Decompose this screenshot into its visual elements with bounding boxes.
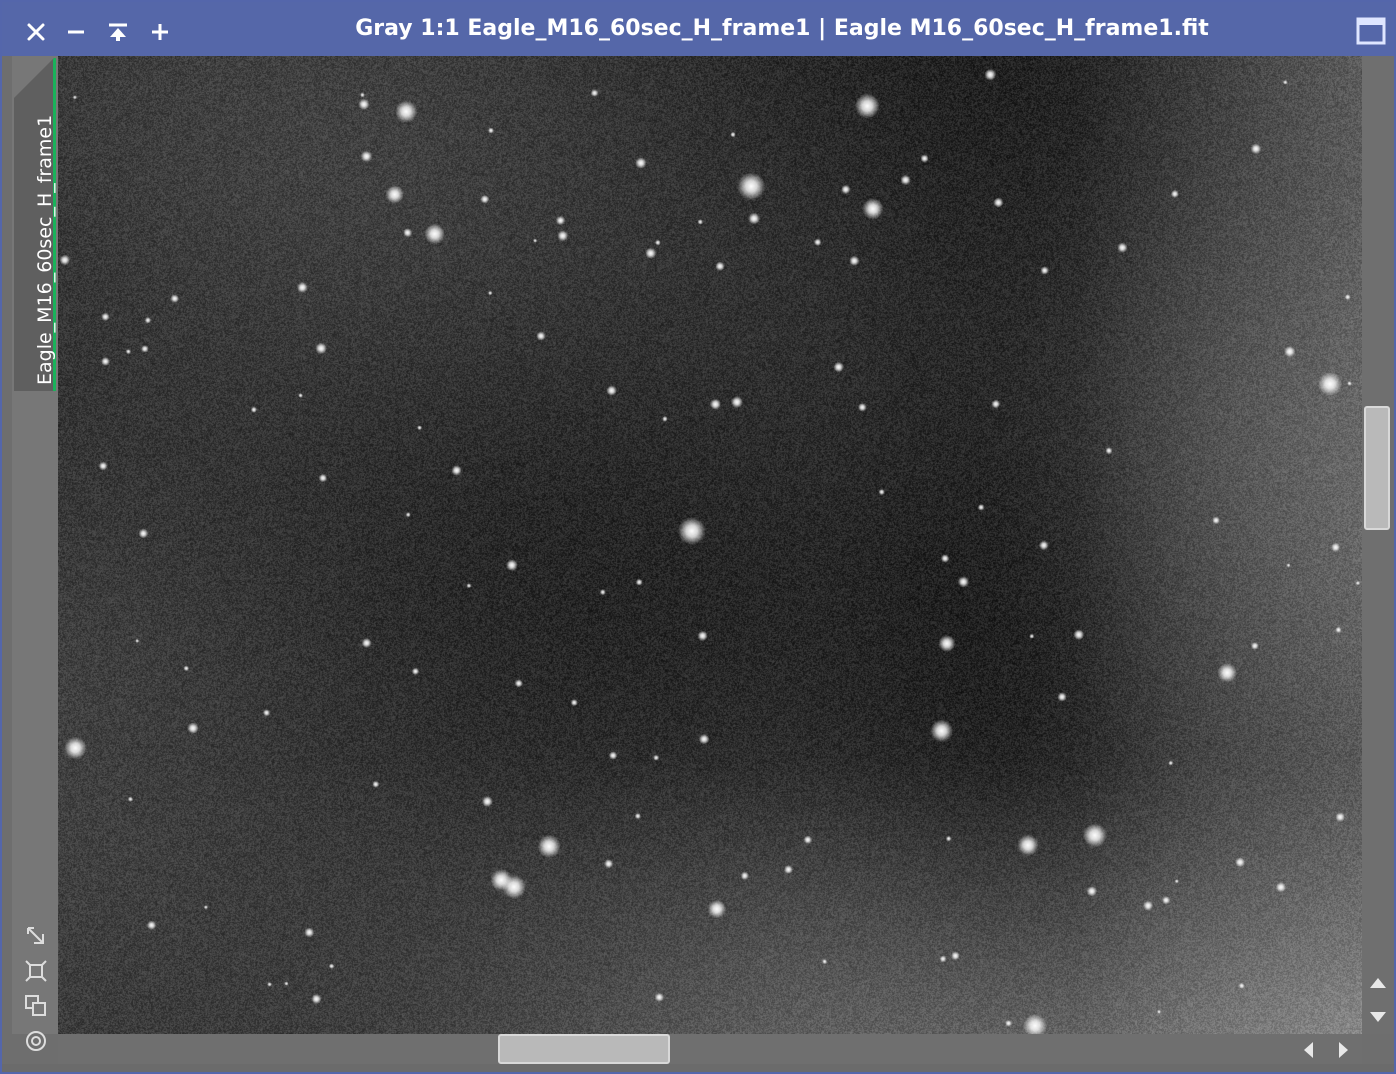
add-button[interactable] — [144, 16, 176, 48]
minimize-icon — [68, 30, 84, 34]
clone-view-icon[interactable] — [24, 994, 48, 1018]
close-button[interactable] — [20, 16, 52, 48]
minimize-button[interactable] — [60, 16, 92, 48]
scroll-down-icon[interactable] — [1367, 1008, 1389, 1026]
scroll-left-icon[interactable] — [1300, 1040, 1318, 1060]
image-window: Gray 1:1 Eagle_M16_60sec_H_frame1 | Eagl… — [0, 0, 1396, 1074]
vertical-scrollbar[interactable] — [1362, 56, 1394, 1034]
close-icon — [27, 23, 45, 41]
window-title: Gray 1:1 Eagle_M16_60sec_H_frame1 | Eagl… — [355, 16, 1209, 41]
title-bar[interactable]: Gray 1:1 Eagle_M16_60sec_H_frame1 | Eagl… — [2, 2, 1394, 56]
plus-icon — [152, 24, 168, 40]
horizontal-scrollbar[interactable] — [58, 1034, 1362, 1064]
horizontal-scroll-thumb[interactable] — [498, 1034, 670, 1064]
vertical-scroll-thumb[interactable] — [1364, 406, 1390, 530]
scroll-up-icon[interactable] — [1367, 974, 1389, 992]
shade-button[interactable] — [102, 16, 134, 48]
target-icon[interactable] — [24, 1029, 48, 1053]
shade-icon — [109, 23, 127, 41]
bottom-border — [2, 1064, 1394, 1072]
fit-to-window-icon[interactable] — [24, 924, 48, 948]
astro-image[interactable] — [58, 56, 1362, 1034]
scroll-right-icon[interactable] — [1334, 1040, 1352, 1060]
maximize-icon — [1356, 17, 1386, 45]
image-canvas-area[interactable] — [58, 56, 1362, 1034]
view-side-panel: Eagle_M16_60sec_H_frame1 — [12, 56, 58, 1051]
maximize-button[interactable] — [1356, 16, 1386, 46]
zoom-to-fit-icon[interactable] — [24, 959, 48, 983]
view-tab-label: Eagle_M16_60sec_H_frame1 — [34, 114, 56, 385]
